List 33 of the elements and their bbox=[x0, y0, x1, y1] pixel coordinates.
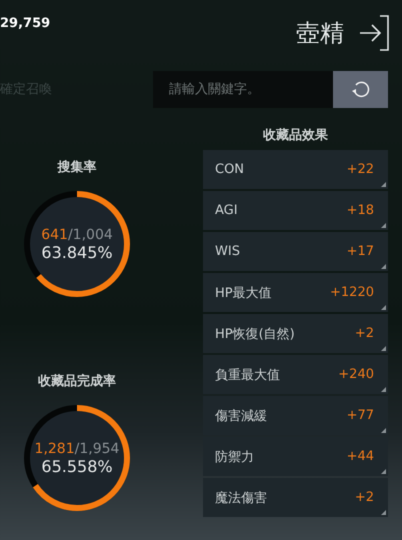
exit-icon[interactable] bbox=[358, 14, 390, 52]
effect-value: +1220 bbox=[330, 285, 374, 300]
effect-value: +77 bbox=[346, 408, 374, 423]
effect-name: 防禦力 bbox=[215, 448, 254, 466]
effect-name: 負重最大值 bbox=[215, 366, 280, 384]
search-field[interactable]: 請輸入關鍵字。 bbox=[153, 70, 333, 108]
effect-value: +2 bbox=[354, 326, 374, 341]
effect-name: CON bbox=[215, 162, 244, 177]
collected-count: 641 bbox=[41, 226, 68, 242]
effect-name: 魔法傷害 bbox=[215, 490, 267, 506]
gauge-title: 搜集率 bbox=[58, 158, 96, 176]
total-count: /1,004 bbox=[68, 226, 113, 242]
effect-name: HP恢復(自然) bbox=[215, 326, 295, 342]
total-count: /1,954 bbox=[74, 440, 120, 456]
effects-title: 收藏品效果 bbox=[262, 127, 329, 145]
effect-value: +17 bbox=[346, 244, 374, 259]
gauge-title: 收藏品完成率 bbox=[38, 372, 116, 390]
effect-value: +44 bbox=[346, 449, 374, 464]
currency-amount: 29,759 bbox=[0, 16, 50, 31]
effect-name: AGI bbox=[215, 203, 238, 218]
effect-name: 傷害減緩 bbox=[215, 408, 267, 424]
page-title: 壺精 bbox=[296, 18, 344, 49]
completion-percent: 63.845% bbox=[41, 242, 113, 262]
refresh-icon bbox=[350, 79, 370, 99]
refresh-button[interactable] bbox=[333, 70, 388, 108]
effect-value: +240 bbox=[338, 367, 374, 382]
effect-name: WIS bbox=[215, 244, 240, 259]
effect-value: +22 bbox=[346, 162, 374, 177]
effect-value: +18 bbox=[346, 203, 374, 218]
completion-percent: 65.558% bbox=[41, 456, 113, 476]
effect-value: +2 bbox=[354, 490, 374, 505]
collected-count: 1,281 bbox=[34, 440, 75, 456]
effect-name: HP最大值 bbox=[215, 284, 272, 302]
